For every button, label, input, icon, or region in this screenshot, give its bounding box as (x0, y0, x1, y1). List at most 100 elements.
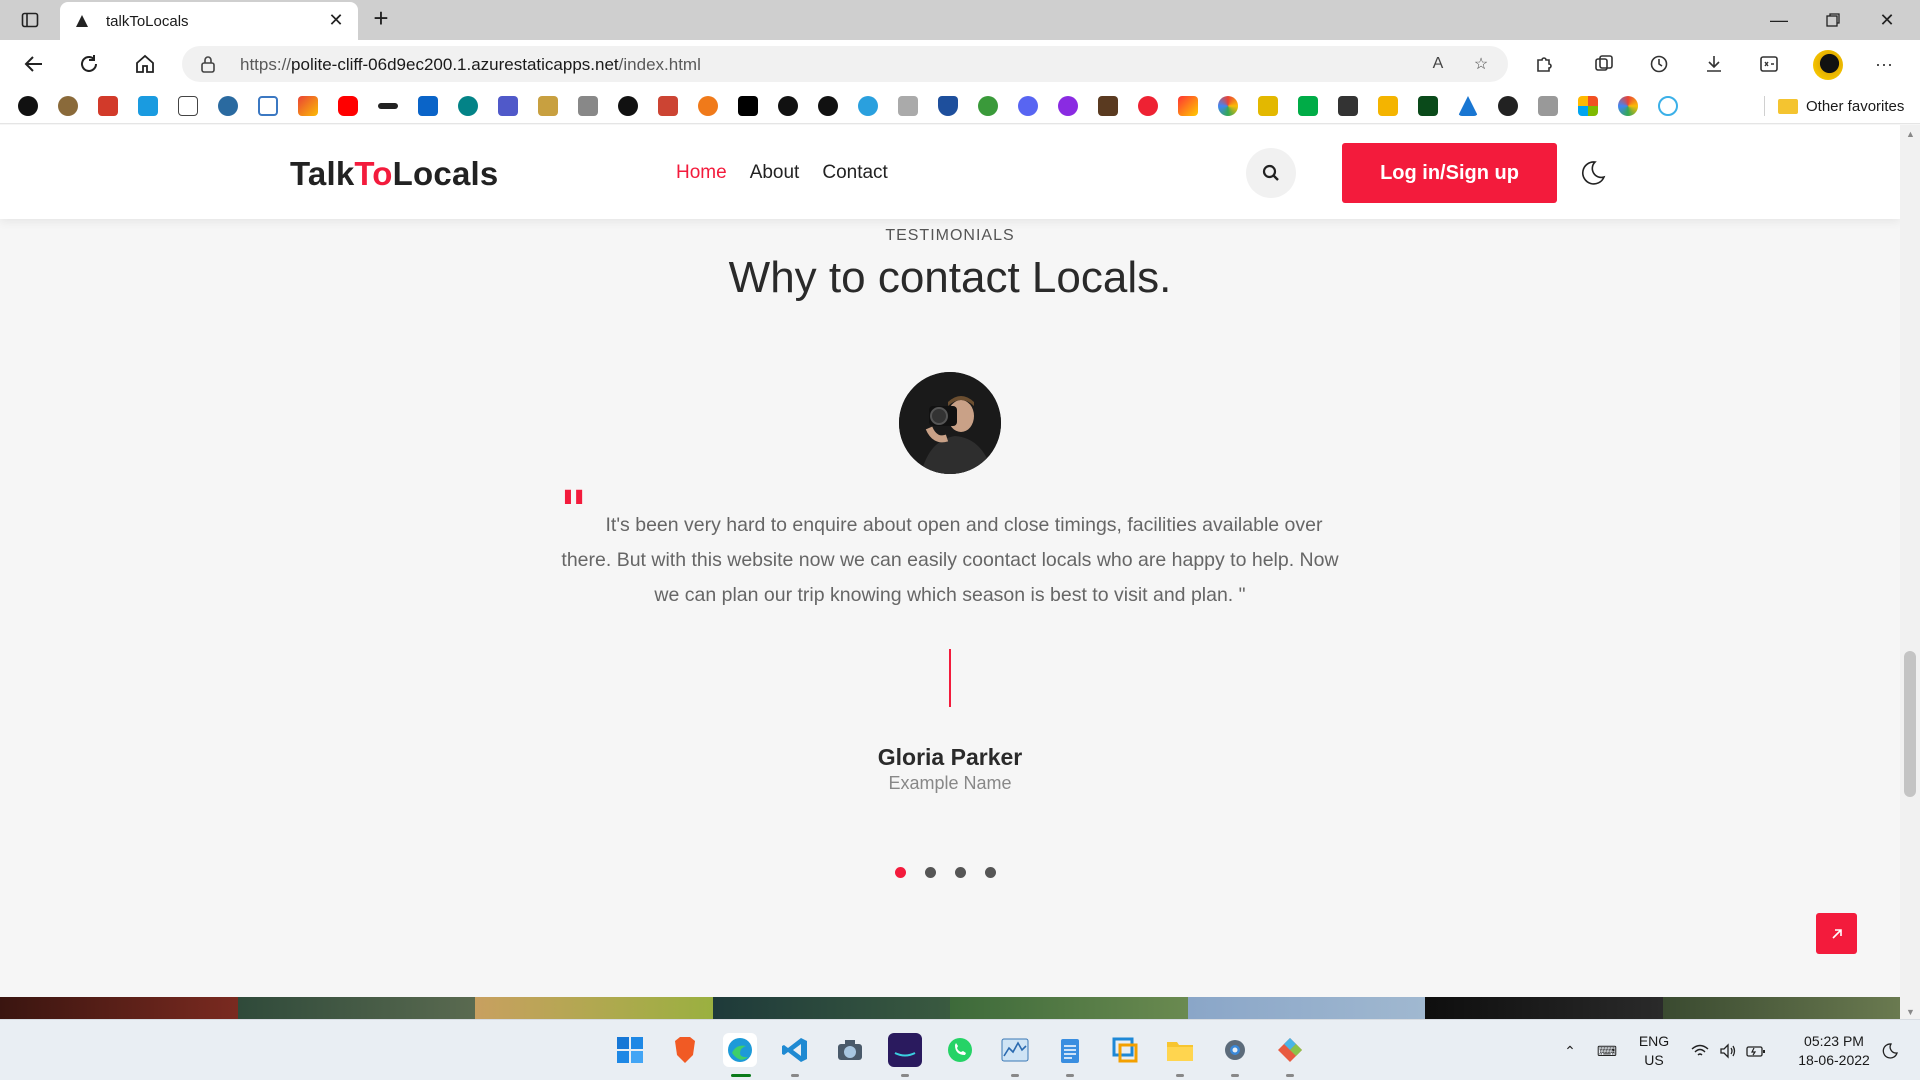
carousel-dot-4[interactable] (985, 867, 996, 878)
microsoft-icon[interactable] (1578, 96, 1598, 116)
nav-home[interactable]: Home (676, 162, 727, 184)
scroll-thumb[interactable] (1904, 651, 1916, 797)
gallery-image[interactable] (475, 997, 713, 1019)
keyboard-icon[interactable] (898, 96, 918, 116)
gallery-image[interactable] (0, 997, 238, 1019)
nav-about[interactable]: About (750, 162, 800, 184)
wordpress-icon[interactable] (218, 96, 238, 116)
page-scrollbar[interactable]: ▲ ▼ (1900, 125, 1920, 1019)
istock-icon[interactable] (138, 96, 158, 116)
grid-icon[interactable] (658, 96, 678, 116)
search-button[interactable] (1246, 148, 1296, 198)
globe-icon[interactable] (1498, 96, 1518, 116)
volume-icon[interactable] (1718, 1041, 1738, 1061)
extensions-icon[interactable] (1530, 50, 1558, 78)
image-icon[interactable] (578, 96, 598, 116)
remote-desktop-icon[interactable] (1108, 1033, 1142, 1067)
circle-icon[interactable] (618, 96, 638, 116)
home-icon[interactable] (131, 50, 159, 78)
math-solver-icon[interactable] (1755, 50, 1783, 78)
gallery-image[interactable] (712, 997, 950, 1019)
do-not-disturb-moon-icon[interactable] (1880, 1041, 1900, 1061)
outlook-icon[interactable] (418, 96, 438, 116)
more-menu-icon[interactable]: ··· (1870, 50, 1898, 78)
start-icon[interactable] (613, 1033, 647, 1067)
tab-actions-icon[interactable] (18, 8, 42, 32)
tool-icon[interactable] (538, 96, 558, 116)
nav-contact[interactable]: Contact (822, 162, 887, 184)
camera-icon[interactable] (1258, 96, 1278, 116)
edge-icon[interactable] (723, 1033, 757, 1067)
cc-icon[interactable] (1098, 96, 1118, 116)
refresh-icon[interactable] (75, 50, 103, 78)
tags-icon[interactable] (1338, 96, 1358, 116)
meet-icon[interactable] (1298, 96, 1318, 116)
file-explorer-icon[interactable] (1163, 1033, 1197, 1067)
amazon-music-icon[interactable] (888, 1033, 922, 1067)
downloads-icon[interactable] (1700, 50, 1728, 78)
chevron-up-icon[interactable]: ⌃ (1560, 1041, 1580, 1061)
clock-time[interactable]: 05:23 PM (1790, 1033, 1878, 1049)
language-line-1[interactable]: ENG (1632, 1033, 1676, 1049)
scroll-down-arrow-icon[interactable]: ▼ (1906, 1007, 1915, 1017)
telegram-icon[interactable] (858, 96, 878, 116)
settings-icon[interactable] (1218, 1033, 1252, 1067)
carousel-dot-3[interactable] (955, 867, 966, 878)
restore-icon[interactable] (1821, 8, 1845, 32)
battery-icon[interactable] (1746, 1041, 1766, 1061)
file-icon[interactable] (178, 96, 198, 116)
dots-icon[interactable] (378, 103, 398, 109)
gmail-icon[interactable] (298, 96, 318, 116)
address-bar[interactable]: https://polite-cliff-06d9ec200.1.azurest… (182, 46, 1508, 82)
close-window-icon[interactable]: ✕ (1875, 8, 1899, 32)
history-icon[interactable] (1645, 50, 1673, 78)
url-text[interactable]: https://polite-cliff-06d9ec200.1.azurest… (240, 55, 701, 75)
no-icon[interactable] (1138, 96, 1158, 116)
brave-icon[interactable] (668, 1033, 702, 1067)
teams-icon[interactable] (498, 96, 518, 116)
green-circle-icon[interactable] (978, 96, 998, 116)
keyboard-icon[interactable]: ⌨ (1597, 1041, 1617, 1061)
github-icon[interactable] (778, 96, 798, 116)
wikipedia-icon[interactable] (18, 96, 38, 116)
brown-logo-icon[interactable] (58, 96, 78, 116)
hacker-icon[interactable] (738, 96, 758, 116)
youtube-icon[interactable] (338, 96, 358, 116)
google-icon[interactable] (1218, 96, 1238, 116)
browser-tab[interactable]: talkToLocals ✕ (60, 2, 358, 40)
sharepoint-icon[interactable] (458, 96, 478, 116)
login-signup-button[interactable]: Log in/Sign up (1342, 143, 1557, 203)
google-alt-icon[interactable] (1618, 96, 1638, 116)
resource-monitor-icon[interactable] (998, 1033, 1032, 1067)
gallery-image[interactable] (237, 997, 475, 1019)
gallery-image[interactable] (950, 997, 1188, 1019)
vscode-icon[interactable] (778, 1033, 812, 1067)
back-arrow-icon[interactable] (20, 50, 48, 78)
back-to-top-button[interactable] (1816, 913, 1857, 954)
tool-alt-icon[interactable] (1178, 96, 1198, 116)
github-alt-icon[interactable] (818, 96, 838, 116)
flame-icon[interactable] (698, 96, 718, 116)
other-favorites-folder[interactable]: Other favorites (1778, 94, 1904, 118)
purple-u-icon[interactable] (1058, 96, 1078, 116)
site-logo[interactable]: TalkToLocals (290, 155, 498, 193)
collections-icon[interactable] (1590, 50, 1618, 78)
git-icon[interactable] (1273, 1033, 1307, 1067)
shield-icon[interactable] (938, 96, 958, 116)
gallery-image[interactable] (1662, 997, 1900, 1019)
box-icon[interactable] (1378, 96, 1398, 116)
gallery-image[interactable] (1187, 997, 1425, 1019)
dark-mode-moon-icon[interactable] (1580, 160, 1606, 186)
gear-icon[interactable] (1538, 96, 1558, 116)
scroll-up-arrow-icon[interactable]: ▲ (1906, 129, 1915, 139)
camera-icon[interactable] (833, 1033, 867, 1067)
add-favorite-icon[interactable]: ☆ (1470, 53, 1492, 75)
discord-icon[interactable] (1018, 96, 1038, 116)
read-aloud-icon[interactable]: A (1427, 53, 1449, 75)
carousel-dot-2[interactable] (925, 867, 936, 878)
azure-icon[interactable] (1458, 96, 1478, 116)
notepad-icon[interactable] (1053, 1033, 1087, 1067)
lock-icon[interactable] (200, 55, 216, 73)
minimize-icon[interactable]: — (1767, 8, 1791, 32)
wifi-icon[interactable] (1690, 1041, 1710, 1061)
